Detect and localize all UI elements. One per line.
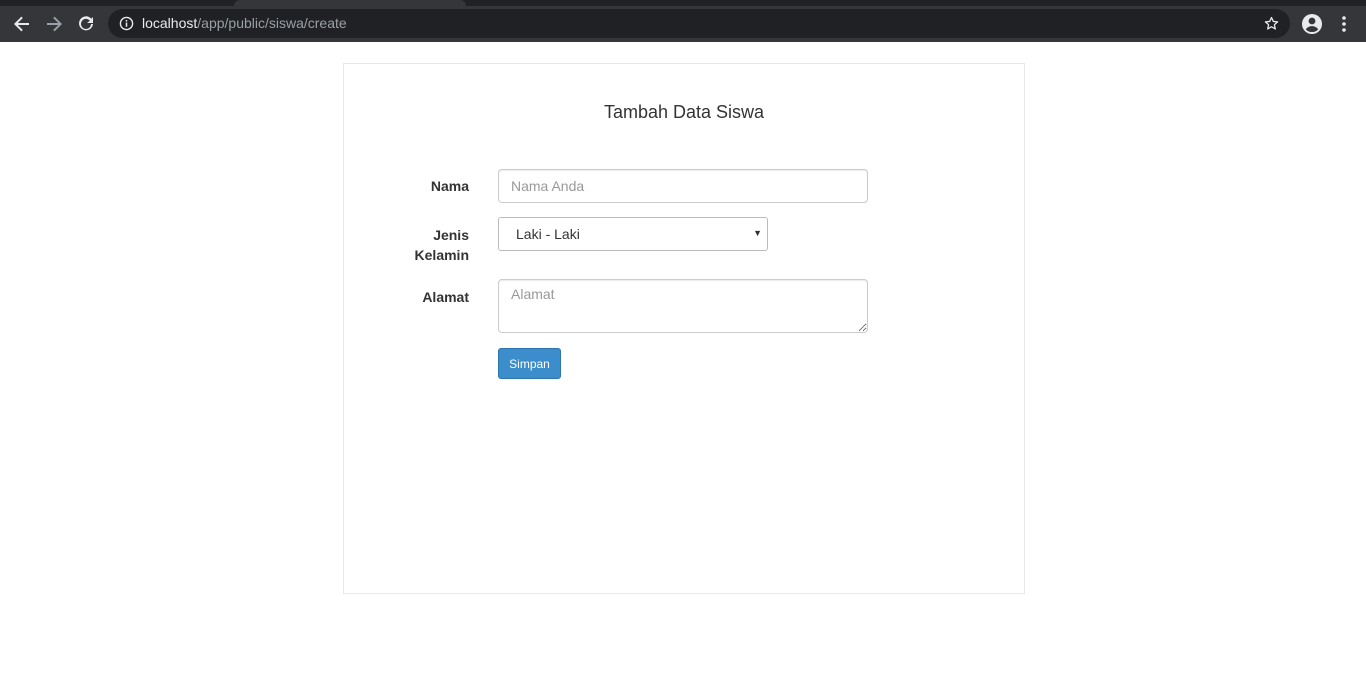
address-url[interactable]: localhost/app/public/siswa/create — [142, 15, 347, 32]
nama-label: Nama — [430, 178, 469, 194]
star-icon[interactable] — [1263, 15, 1280, 32]
page-title: Tambah Data Siswa — [603, 102, 765, 122]
forward-button[interactable] — [39, 9, 69, 39]
url-host: localhost — [142, 15, 198, 31]
jenis-kelamin-label-line1: Jenis — [433, 227, 469, 243]
browser-menu-button[interactable] — [1329, 9, 1359, 39]
jenis-kelamin-label-line2: Kelamin — [414, 247, 469, 263]
reload-button[interactable] — [71, 9, 101, 39]
jenis-kelamin-selected-value: Laki - Laki — [516, 226, 580, 242]
jenis-kelamin-label: Jenis Kelamin — [344, 225, 469, 265]
form-panel: Tambah Data Siswa Nama Jenis Kelamin Lak… — [343, 63, 1025, 594]
alamat-label: Alamat — [422, 289, 469, 305]
simpan-button[interactable]: Simpan — [498, 348, 561, 379]
chevron-down-icon: ▼ — [753, 228, 762, 238]
url-path: /app/public/siswa/create — [197, 15, 347, 31]
nama-input[interactable] — [498, 169, 868, 203]
browser-toolbar: localhost/app/public/siswa/create — [0, 6, 1366, 42]
arrow-right-icon — [47, 16, 62, 32]
kebab-menu-icon — [1342, 16, 1346, 32]
jenis-kelamin-select[interactable]: Laki - Laki ▼ — [498, 217, 768, 251]
account-circle-icon — [1302, 14, 1322, 34]
back-button[interactable] — [7, 9, 37, 39]
reload-icon — [79, 16, 93, 31]
arrow-left-icon — [14, 16, 29, 32]
address-bar[interactable]: localhost/app/public/siswa/create — [108, 9, 1290, 38]
alamat-textarea[interactable] — [498, 279, 868, 333]
profile-button[interactable] — [1297, 9, 1327, 39]
info-icon[interactable] — [119, 16, 134, 31]
